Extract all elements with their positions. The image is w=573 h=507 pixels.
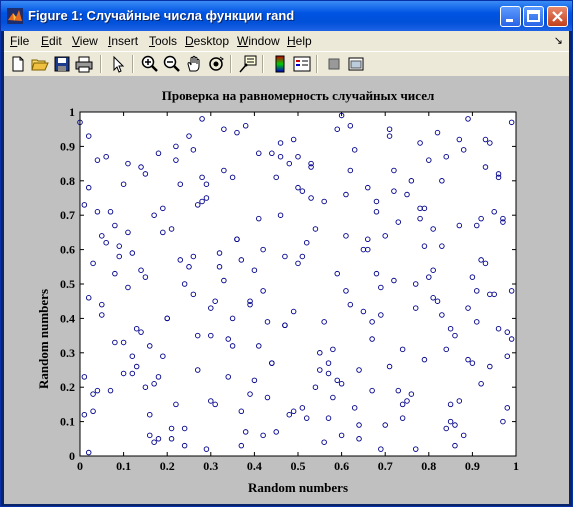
y-tick-label: 0.8 (60, 174, 75, 188)
menubar-dock-arrow-icon[interactable]: ↘ (554, 34, 563, 47)
plot-title: Проверка на равномерность случайных чисе… (161, 88, 435, 103)
menu-window[interactable]: Window (237, 34, 280, 48)
x-tick-label: 0.3 (203, 459, 218, 473)
x-axis-label: Random numbers (247, 480, 349, 495)
y-tick-label: 0.9 (60, 139, 75, 153)
maximize-icon (527, 10, 540, 22)
x-tick-label: 0.2 (160, 459, 175, 473)
window-title: Figure 1: Случайные числа функции rand (28, 8, 295, 23)
y-tick-label: 0.2 (60, 380, 75, 394)
zoom-in-icon[interactable] (140, 54, 160, 74)
figure-canvas: 0 0.1 0.2 0.3 0.4 0.5 0.6 0.7 0.8 0.9 1 0 0.1 0.2 0.3 0… (4, 76, 569, 504)
legend-icon[interactable] (292, 54, 312, 74)
y-tick-label: 0.4 (60, 311, 75, 325)
toolbar-separator (262, 55, 264, 73)
figure-window: Figure 1: Случайные числа функции rand F… (0, 0, 573, 507)
menu-edit[interactable]: Edit (41, 34, 62, 48)
x-tick-label: 0 (77, 459, 83, 473)
rotate-3d-icon[interactable] (206, 54, 226, 74)
menu-bar: File Edit View Insert Tools Desktop Wind… (4, 31, 569, 51)
menu-file[interactable]: File (10, 34, 29, 48)
y-tick-label: 1 (69, 105, 75, 119)
x-tick-label: 0.9 (465, 459, 480, 473)
show-tools-icon[interactable] (346, 54, 366, 74)
x-tick-label: 0.7 (378, 459, 393, 473)
print-icon[interactable] (74, 54, 94, 74)
figure-toolbar (4, 51, 569, 77)
x-tick-label: 0.5 (291, 459, 306, 473)
menu-tools[interactable]: Tools (149, 34, 177, 48)
axes-background (80, 112, 516, 456)
y-tick-label: 0.5 (60, 277, 75, 291)
maximize-button[interactable] (523, 6, 544, 27)
toolbar-separator (100, 55, 102, 73)
x-tick-label: 0.8 (421, 459, 436, 473)
toolbar-separator (132, 55, 134, 73)
menu-insert[interactable]: Insert (108, 34, 138, 48)
y-tick-label: 0.1 (60, 415, 75, 429)
minimize-icon (506, 19, 513, 22)
x-tick-label: 1 (513, 459, 519, 473)
matlab-logo-icon (7, 8, 23, 24)
title-bar[interactable]: Figure 1: Случайные числа функции rand (1, 1, 572, 31)
y-tick-label: 0.6 (60, 243, 75, 257)
y-tick-label: 0.7 (60, 208, 75, 222)
x-tick-label: 0.4 (247, 459, 262, 473)
figure-frame: File Edit View Insert Tools Desktop Wind… (4, 31, 569, 504)
y-tick-label: 0 (69, 449, 75, 463)
toolbar-separator (316, 55, 318, 73)
data-cursor-icon[interactable] (238, 54, 258, 74)
y-axis-label: Random numbers (36, 288, 51, 390)
x-tick-label: 0.1 (116, 459, 131, 473)
menu-desktop[interactable]: Desktop (185, 34, 229, 48)
minimize-button[interactable] (500, 6, 521, 27)
zoom-out-icon[interactable] (162, 54, 182, 74)
toolbar-separator (230, 55, 232, 73)
pan-hand-icon[interactable] (184, 54, 204, 74)
menu-help[interactable]: Help (287, 34, 312, 48)
save-icon[interactable] (52, 54, 72, 74)
menu-view[interactable]: View (72, 34, 98, 48)
close-icon (552, 11, 563, 22)
x-tick-label: 0.6 (334, 459, 349, 473)
colorbar-icon[interactable] (270, 54, 290, 74)
close-button[interactable] (547, 6, 568, 27)
y-tick-label: 0.3 (60, 346, 75, 360)
hide-tools-icon[interactable] (324, 54, 344, 74)
open-folder-icon[interactable] (30, 54, 50, 74)
new-file-icon[interactable] (8, 54, 28, 74)
select-arrow-icon[interactable] (108, 54, 128, 74)
scatter-plot[interactable]: 0 0.1 0.2 0.3 0.4 0.5 0.6 0.7 0.8 0.9 1 0 0.1 0.2 0.3 0… (4, 76, 569, 504)
